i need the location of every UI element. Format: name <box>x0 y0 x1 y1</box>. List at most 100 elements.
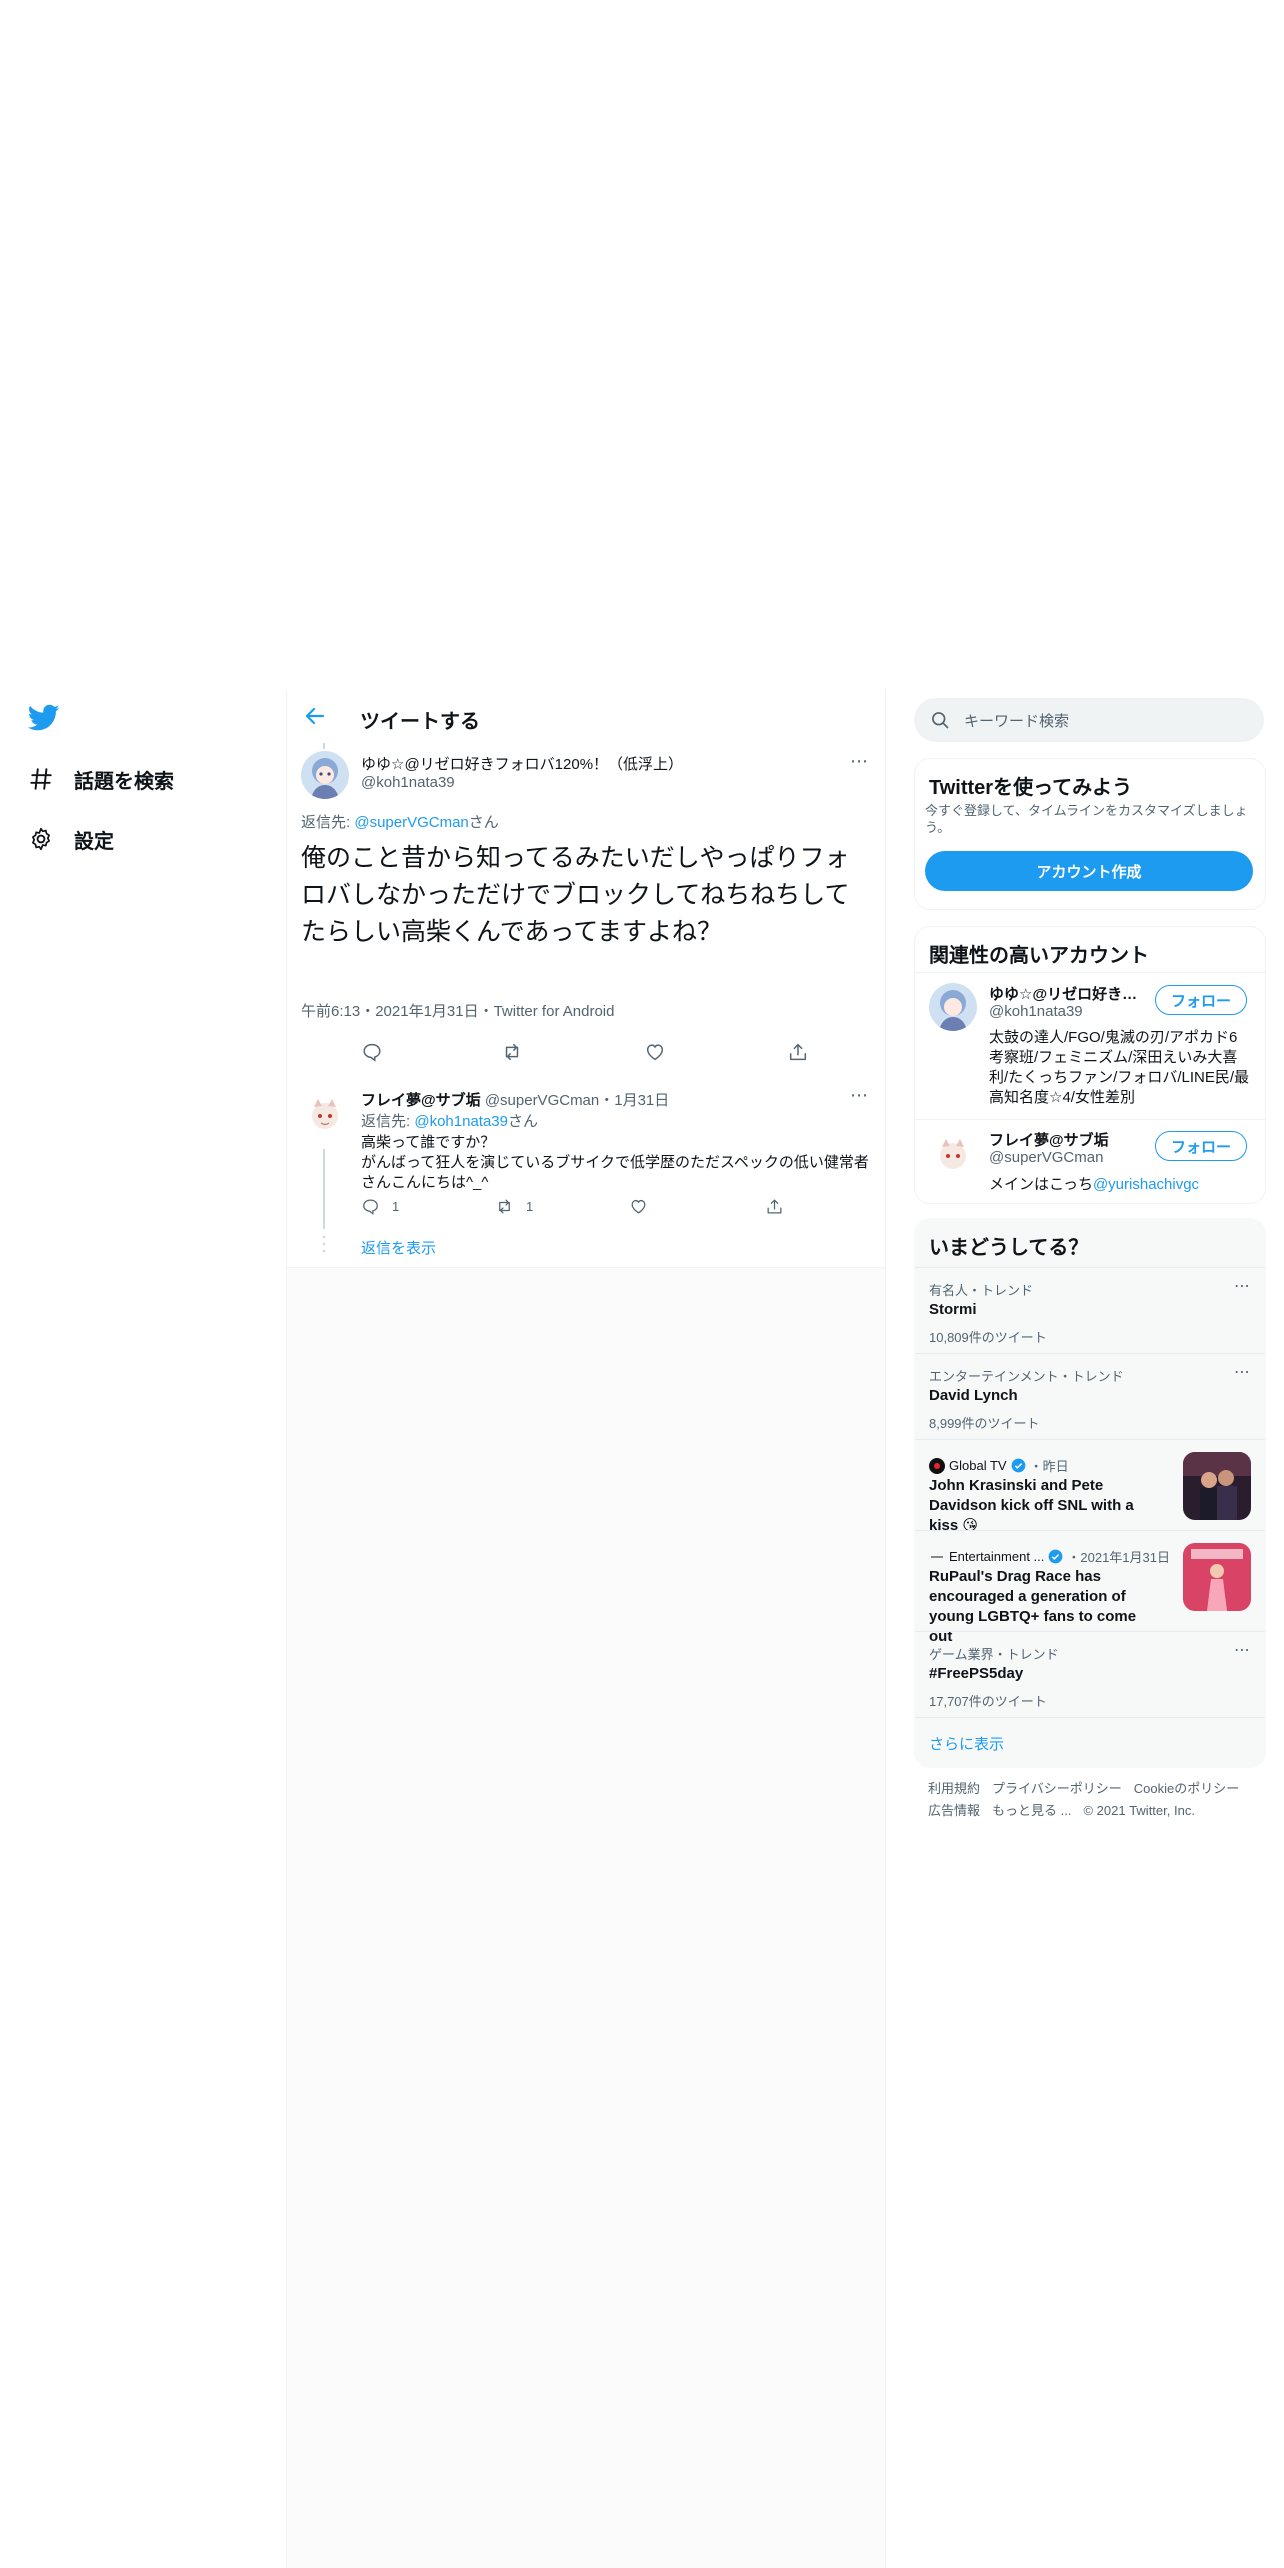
reply-to-handle[interactable]: @koh1nata39 <box>414 1113 508 1130</box>
heart-icon <box>631 1199 646 1214</box>
more-options-icon[interactable]: ⋯ <box>850 1085 869 1106</box>
footer-links: 利用規約 プライバシーポリシー Cookieのポリシー 広告情報 もっと見る ... ©… <box>928 1778 1258 1822</box>
show-replies-link[interactable]: 返信を表示 <box>361 1237 436 1258</box>
reply-icon <box>363 1043 381 1062</box>
more-options-icon[interactable]: ⋯ <box>1234 1276 1251 1296</box>
heart-icon <box>646 1044 664 1061</box>
follow-button[interactable]: フォロー <box>1155 985 1247 1015</box>
reply-to-suffix: さん <box>468 814 499 831</box>
reply-to-handle[interactable]: @superVGCman <box>354 814 468 831</box>
related-account-bio: メインはこっち@yurishachivgc <box>989 1175 1251 1195</box>
reply-tweet[interactable]: フレイ夢@サブ垢 @superVGCman・1月31日 ⋯ 返信先: @koh1… <box>287 1077 885 1268</box>
reply-to-prefix: 返信先: <box>361 1113 415 1130</box>
avatar[interactable] <box>929 1129 977 1177</box>
hashtag-icon <box>30 768 52 790</box>
retweet-button[interactable] <box>501 1041 523 1063</box>
news-source: Entertainment ... <box>949 1549 1045 1564</box>
tweet-meta[interactable]: 午前6:13・2021年1月31日・Twitter for Android <box>301 1000 614 1021</box>
news-item[interactable]: Entertainment ... ・2021年1月31日 RuPaul's D… <box>915 1530 1265 1645</box>
retweet-button[interactable]: 1 <box>495 1197 533 1216</box>
trend-context: エンターテインメント・トレンド <box>929 1369 1124 1384</box>
signup-subtitle: 今すぐ登録して、タイムラインをカスタマイズしましょう。 <box>925 803 1248 835</box>
back-arrow-icon[interactable] <box>303 704 327 728</box>
share-button[interactable] <box>765 1197 784 1216</box>
signup-card: Twitterを使ってみよう 今すぐ登録して、タイムラインをカスタマイズしましょ… <box>914 758 1266 910</box>
related-account-handle[interactable]: @superVGCman <box>989 1149 1103 1166</box>
reply-count: 1 <box>392 1199 400 1214</box>
search-icon <box>932 712 949 729</box>
news-photo-icon <box>1183 1543 1251 1611</box>
entertainment-logo-icon <box>931 1555 943 1558</box>
related-account-item[interactable]: ゆゆ☆@リゼロ好きフォロバ120%！（低浮上） @koh1nata39 フォロー… <box>915 983 1265 1123</box>
more-options-icon[interactable]: ⋯ <box>1234 1640 1251 1660</box>
more-options-icon[interactable]: ⋯ <box>850 751 869 772</box>
main-tweet: ゆゆ☆@リゼロ好きフォロバ120%！（低浮上） @koh1nata39 ⋯ 返信… <box>287 743 885 1029</box>
more-options-icon[interactable]: ⋯ <box>1234 1362 1251 1382</box>
avatar[interactable] <box>301 1089 349 1137</box>
trend-item[interactable]: 有名人・トレンド ⋯ Stormi 10,809件のツイート <box>915 1267 1265 1353</box>
thread-line <box>323 1149 325 1229</box>
related-account-name[interactable]: フレイ夢@サブ垢 <box>989 1129 1139 1150</box>
search-input[interactable] <box>962 698 1246 744</box>
tweet-author-name[interactable]: ゆゆ☆@リゼロ好きフォロバ120%！（低浮上） <box>361 753 683 774</box>
news-source-line: Entertainment ... ・2021年1月31日 <box>929 1547 1170 1566</box>
reply-date[interactable]: ・1月31日 <box>599 1092 669 1109</box>
verified-badge-icon <box>1011 1458 1025 1473</box>
footer-link-ads[interactable]: 広告情報 <box>928 1803 980 1818</box>
character-avatar-icon <box>929 1129 977 1177</box>
footer-link-terms[interactable]: 利用規約 <box>928 1781 980 1796</box>
avatar[interactable] <box>929 983 977 1031</box>
reply-to-suffix: さん <box>507 1113 538 1130</box>
trend-count: 17,707件のツイート <box>929 1694 1047 1709</box>
news-item[interactable]: Global TV ・昨日 John Krasinski and Pete Da… <box>915 1439 1265 1534</box>
news-photo-icon <box>1183 1452 1251 1520</box>
trend-context: 有名人・トレンド <box>929 1283 1034 1298</box>
nav-item-settings-label: 設定 <box>74 830 114 853</box>
twitter-bird-icon[interactable] <box>28 704 60 732</box>
create-account-button[interactable]: アカウント作成 <box>925 851 1253 891</box>
trend-context: ゲーム業界・トレンド <box>929 1647 1059 1662</box>
reply-button[interactable]: 1 <box>361 1197 399 1216</box>
related-account-handle[interactable]: @koh1nata39 <box>989 1003 1083 1020</box>
retweet-icon <box>499 1199 510 1214</box>
reply-author-handle[interactable]: @superVGCman <box>485 1092 599 1109</box>
trend-item[interactable]: エンターテインメント・トレンド ⋯ David Lynch 8,999件のツイー… <box>915 1353 1265 1439</box>
reply-text-line2: がんばって狂人を演じているブサイクで低学歴のただスペックの低い健常者さんこんにち… <box>361 1154 869 1191</box>
reply-button[interactable] <box>361 1041 383 1063</box>
footer-link-more[interactable]: もっと見る ... <box>992 1803 1071 1818</box>
related-title: 関連性の高いアカウント <box>929 945 1149 967</box>
bio-prefix: メインはこっち <box>989 1176 1093 1193</box>
news-thumbnail <box>1183 1543 1251 1611</box>
retweet-icon <box>505 1043 519 1061</box>
like-button[interactable] <box>644 1041 666 1063</box>
nav-item-settings[interactable]: 設定 <box>28 817 114 861</box>
anime-avatar-icon <box>929 983 977 1031</box>
trend-item[interactable]: ゲーム業界・トレンド ⋯ #FreePS5day 17,707件のツイート <box>915 1631 1265 1717</box>
tweet-header: ツイートする <box>287 690 885 744</box>
nav-item-explore-label: 話題を検索 <box>74 770 174 793</box>
anime-avatar-icon <box>301 751 349 799</box>
like-button[interactable] <box>629 1197 648 1216</box>
reply-text-line1: 高柴って誰ですか？ <box>361 1134 496 1151</box>
nav-item-explore[interactable]: 話題を検索 <box>28 757 174 801</box>
trend-title: David Lynch <box>929 1387 1018 1404</box>
verified-badge-icon <box>1049 1549 1063 1564</box>
main-column: ツイートする ゆゆ☆@リゼロ好きフォロバ120%！（低浮上） @koh1nata… <box>286 690 886 2568</box>
related-account-item[interactable]: フレイ夢@サブ垢 @superVGCman フォロー メインはこっち@yuris… <box>915 1129 1265 1199</box>
tweet-author-handle[interactable]: @koh1nata39 <box>361 774 455 791</box>
share-icon <box>767 1199 782 1214</box>
reply-author-name[interactable]: フレイ夢@サブ垢 <box>361 1092 481 1109</box>
trend-count: 8,999件のツイート <box>929 1416 1040 1431</box>
trends-title: いまどうしてる？ <box>929 1237 1089 1259</box>
news-time: ・昨日 <box>1029 1459 1069 1474</box>
footer-link-privacy[interactable]: プライバシーポリシー <box>992 1781 1122 1796</box>
bio-link[interactable]: @yurishachivgc <box>1093 1176 1199 1193</box>
avatar[interactable] <box>301 751 349 799</box>
footer-link-cookies[interactable]: Cookieのポリシー <box>1134 1781 1239 1796</box>
search-bar[interactable] <box>914 698 1264 744</box>
follow-button[interactable]: フォロー <box>1155 1131 1247 1161</box>
page-title: ツイートする <box>360 711 480 733</box>
show-more-link[interactable]: さらに表示 <box>929 1733 1004 1754</box>
share-button[interactable] <box>787 1041 809 1063</box>
related-account-name[interactable]: ゆゆ☆@リゼロ好きフォロバ120%！（低浮上） <box>989 983 1139 1004</box>
